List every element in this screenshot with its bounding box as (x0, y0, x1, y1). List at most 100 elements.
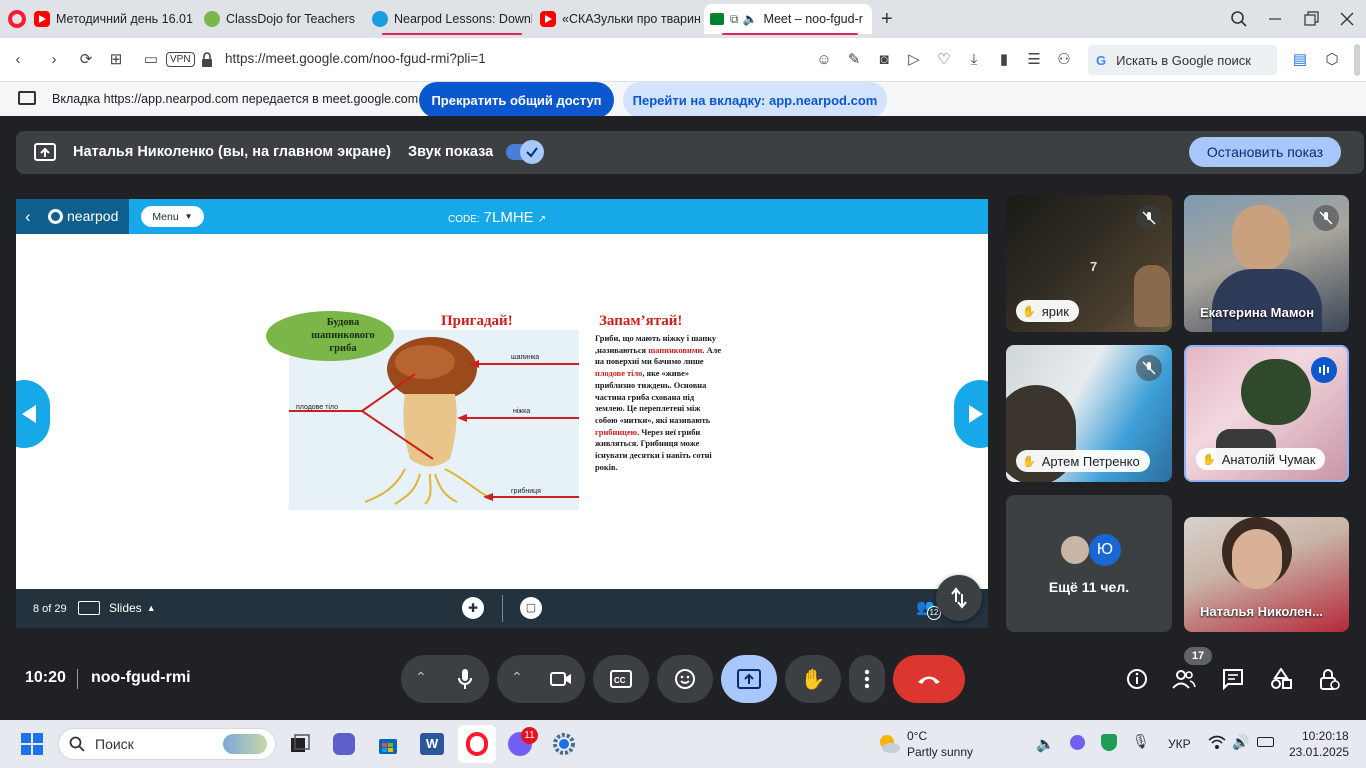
opera-taskbar-icon[interactable] (458, 725, 496, 763)
video-options-chevron-icon[interactable]: ⌃ (511, 669, 523, 686)
camera-snapshot-icon[interactable]: ▭ (141, 50, 161, 70)
leave-call-button[interactable] (893, 655, 965, 703)
word-icon[interactable]: W (416, 728, 448, 760)
nearpod-menu-button[interactable]: Menu ▼ (141, 206, 204, 227)
next-slide-button[interactable] (954, 380, 988, 448)
wallet-icon[interactable]: ▤ (1290, 50, 1310, 70)
restore-icon[interactable] (1302, 10, 1320, 28)
tabs-grid-icon[interactable]: ⊞ (106, 50, 126, 70)
raise-hand-button[interactable]: ✋ (785, 655, 841, 703)
hand-icon: ✋ (1022, 455, 1036, 468)
activity-puzzle-icon[interactable]: ✚ (462, 597, 484, 619)
heart-icon[interactable]: ♡ (934, 50, 954, 70)
mic-tray-icon[interactable]: 🎙 (1132, 733, 1150, 750)
tab-3[interactable]: «СКАЗульки про тварин» (540, 6, 700, 32)
lock-icon[interactable] (197, 50, 217, 70)
speaker-tray-icon[interactable]: 🔊 (1232, 734, 1249, 751)
teams-chat-icon[interactable] (328, 728, 360, 760)
code-value: 7LMHE (483, 209, 534, 226)
participant-tile[interactable]: 7 ✋ ярик (1006, 195, 1172, 332)
slide-title-left: Пригадай! (441, 313, 513, 329)
back-icon[interactable]: ‹ (8, 50, 28, 70)
weather-icon[interactable] (876, 732, 900, 754)
search-tabs-icon[interactable] (1230, 10, 1248, 28)
microsoft-store-icon[interactable] (372, 728, 404, 760)
snapshot-icon[interactable]: ◙ (874, 50, 894, 70)
audio-options-chevron-icon[interactable]: ⌃ (415, 669, 427, 686)
forward-icon[interactable]: › (44, 50, 64, 70)
clock-date[interactable]: 23.01.2025 (1289, 745, 1349, 759)
camera-icon (550, 672, 571, 686)
edit-icon[interactable]: ✎ (844, 50, 864, 70)
captions-button[interactable]: CC (593, 655, 649, 703)
nearpod-footer: 8 of 29 Slides ▲ ✚ ▢ 👥 12 (16, 589, 988, 628)
google-search-box[interactable]: G Искать в Google поиск (1088, 45, 1277, 75)
host-controls-button[interactable] (1315, 665, 1343, 693)
close-icon[interactable] (1338, 10, 1356, 28)
reload-icon[interactable]: ⟳ (76, 50, 96, 70)
slide-text-highlight: плодове тіло (595, 369, 643, 379)
emoji-reactions-button[interactable] (657, 655, 713, 703)
minimize-icon[interactable] (1266, 10, 1284, 28)
muted-mic-icon (1136, 205, 1162, 231)
send-icon[interactable]: ▷ (904, 50, 924, 70)
camera-button[interactable] (537, 655, 585, 703)
activities-button[interactable] (1267, 665, 1295, 693)
participant-tile-speaking[interactable]: ✋ Анатолій Чумак (1184, 345, 1349, 482)
extensions-cube-icon[interactable]: ⬡ (1322, 50, 1342, 70)
present-sound-label: Звук показа (408, 144, 494, 160)
stop-sharing-button[interactable]: Прекратить общий доступ (419, 82, 614, 118)
viber-tray-icon[interactable] (1070, 735, 1085, 750)
chat-button[interactable] (1219, 665, 1247, 693)
more-participants-tile[interactable]: Ю Ещё 11 чел. (1006, 495, 1172, 632)
tab-0[interactable]: Методичний день 16.01 (34, 6, 194, 32)
participant-tile-self[interactable]: Наталья Николен... (1184, 517, 1349, 632)
address-bar[interactable]: https://meet.google.com/noo-fgud-rmi?pli… (225, 51, 486, 66)
tab-4-active[interactable]: ⧉ 🔈 Meet – noo-fgud-r (704, 4, 872, 34)
draw-board-icon[interactable]: ▢ (520, 597, 542, 619)
meeting-details-button[interactable] (1123, 665, 1151, 693)
speaker-icon[interactable]: 🔈 (743, 12, 758, 26)
download-icon[interactable]: ⤓ (964, 50, 984, 70)
easy-setup-icon[interactable]: ☰ (1024, 50, 1044, 70)
chevron-up-icon: ▲ (146, 603, 156, 613)
present-now-button[interactable] (721, 655, 777, 703)
participant-tile[interactable]: Екатерина Мамон (1184, 195, 1349, 332)
new-tab-plus-icon[interactable]: + (881, 8, 893, 31)
previous-slide-button[interactable] (16, 380, 50, 448)
clock-time[interactable]: 10:20:18 (1302, 729, 1349, 743)
tab-label: Nearpod Lessons: Downlo (394, 12, 532, 26)
battery-saver-icon[interactable]: ▮ (994, 50, 1014, 70)
language-indicator[interactable]: УКР (1168, 737, 1191, 751)
browser-scrollbar[interactable] (1354, 44, 1360, 76)
people-button[interactable] (1170, 665, 1198, 693)
task-view-icon[interactable] (284, 728, 316, 760)
tab-2[interactable]: Nearpod Lessons: Downlo (372, 6, 532, 32)
nearpod-back-icon[interactable]: ‹ (25, 207, 31, 227)
opera-logo-icon[interactable] (8, 10, 26, 28)
slides-thumbnail-icon[interactable] (78, 601, 100, 615)
participant-tile[interactable]: ✋ Артем Петренко (1006, 345, 1172, 482)
windows-start-icon[interactable] (16, 728, 48, 760)
stop-presenting-button[interactable]: Остановить показ (1189, 137, 1341, 167)
pip-icon[interactable]: ⧉ (730, 12, 739, 27)
security-shield-icon[interactable] (1101, 734, 1117, 751)
vpn-badge[interactable]: VPN (166, 52, 195, 67)
wifi-icon[interactable] (1208, 734, 1226, 750)
slides-toggle[interactable]: Slides ▲ (109, 601, 156, 615)
meeting-code: noo-fgud-rmi (91, 669, 191, 686)
mic-button[interactable] (441, 655, 489, 703)
present-sound-toggle[interactable] (506, 140, 544, 164)
profile-icon[interactable]: ⚇ (1054, 50, 1074, 70)
settings-gear-icon[interactable] (548, 728, 580, 760)
emoji-icon[interactable]: ☺ (814, 50, 834, 70)
external-link-icon[interactable]: ↗ (538, 214, 546, 225)
swap-layout-button[interactable] (936, 575, 982, 621)
tab-1[interactable]: ClassDojo for Teachers (204, 6, 364, 32)
switch-to-tab-button[interactable]: Перейти на вкладку: app.nearpod.com (623, 82, 887, 118)
battery-icon[interactable] (1257, 737, 1274, 747)
people-icon (1172, 670, 1196, 689)
more-options-button[interactable] (849, 655, 885, 703)
taskbar-search-box[interactable]: Поиск (58, 728, 276, 760)
volume-tray-icon[interactable]: 🔈 (1036, 735, 1055, 753)
